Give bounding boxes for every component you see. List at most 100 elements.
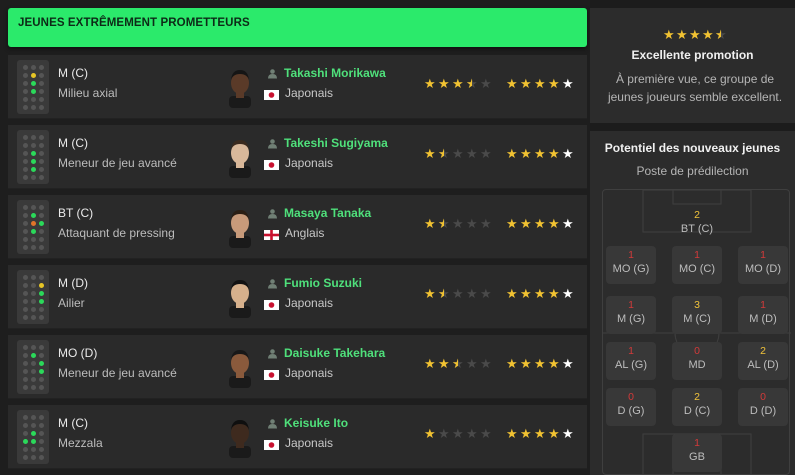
player-face-avatar[interactable]: [226, 206, 254, 248]
player-name-link[interactable]: Fumio Suzuki: [284, 276, 362, 290]
star-icon: ★: [424, 147, 436, 162]
position-dot: [39, 81, 44, 86]
young-players-panel: JEUNES EXTRÊMEMENT PROMETTEURS M (C) Mili…: [0, 0, 590, 475]
star-icon: ★: [520, 287, 532, 302]
pos-cell-mo-g[interactable]: 1 MO (G): [606, 246, 656, 284]
position-dot: [39, 283, 44, 288]
potential-title: Potentiel des nouveaux jeunes: [604, 141, 781, 155]
pos-label: GB: [689, 451, 705, 463]
player-face-avatar[interactable]: [226, 66, 254, 108]
pos-label: M (D): [749, 313, 777, 325]
pos-cell-m-g[interactable]: 1 M (G): [606, 296, 656, 334]
position-dot: [23, 175, 28, 180]
promotion-rating: ★ ★ ★ ★ ★: [663, 28, 728, 43]
pos-cell-d-d[interactable]: 0 D (D): [738, 388, 788, 426]
star-icon: ★: [562, 287, 574, 302]
star-icon: ★: [562, 147, 574, 162]
pos-label: D (D): [749, 405, 777, 417]
player-name-link[interactable]: Masaya Tanaka: [284, 206, 371, 220]
player-row[interactable]: M (C) Milieu axial Takashi Morikawa Japonai…: [8, 55, 587, 119]
japan-flag-icon: [264, 370, 279, 380]
player-role: Ailier: [58, 296, 85, 310]
position-dot: [23, 283, 28, 288]
player-name-link[interactable]: Keisuke Ito: [284, 416, 348, 430]
player-position: M (D): [58, 276, 88, 290]
current-ability-rating: ★ ★ ★ ★ ★: [424, 288, 493, 303]
star-icon: ★: [534, 357, 546, 372]
star-icon: ★: [424, 427, 436, 442]
potential-ability-rating: ★ ★ ★ ★ ★: [506, 218, 575, 232]
pos-cell-md[interactable]: 0 MD: [672, 342, 722, 380]
player-role: Mezzala: [58, 436, 103, 450]
star-icon: ★: [715, 28, 728, 43]
player-position: MO (D): [58, 346, 98, 360]
player-row[interactable]: MO (D) Meneur de jeu avancé Daisuke Takeha…: [8, 335, 587, 399]
player-row[interactable]: M (C) Meneur de jeu avancé Takeshi Sugiyam…: [8, 125, 587, 189]
formation-pitch: 2 BT (C) 1 MO (G) 1 MO (C) 1 MO (D) 1 M …: [602, 189, 791, 475]
pos-cell-m-c[interactable]: 3 M (C): [672, 296, 722, 334]
star-icon: ★: [438, 427, 450, 442]
player-face-avatar[interactable]: [226, 276, 254, 318]
position-dot: [23, 275, 28, 280]
player-position: M (C): [58, 136, 88, 150]
player-name-link[interactable]: Takashi Morikawa: [284, 66, 386, 80]
position-dot: [23, 159, 28, 164]
position-dot: [23, 455, 28, 460]
pos-cell-mo-d[interactable]: 1 MO (D): [738, 246, 788, 284]
japan-flag-icon: [264, 160, 279, 170]
pos-count: 1: [694, 437, 700, 449]
player-row[interactable]: M (C) Mezzala Keisuke Ito Japonais ★ ★ ★ ★ ★ ★ ★ ★ ★…: [8, 405, 587, 469]
position-dot: [23, 151, 28, 156]
player-face-avatar[interactable]: [226, 416, 254, 458]
pos-cell-d-c[interactable]: 2 D (C): [672, 388, 722, 426]
pos-cell-al-g[interactable]: 1 AL (G): [606, 342, 656, 380]
position-dot: [23, 205, 28, 210]
pos-cell-d-g[interactable]: 0 D (G): [606, 388, 656, 426]
star-icon: ★: [506, 427, 518, 442]
player-nationality: Japonais: [285, 366, 334, 380]
star-icon: ★: [506, 287, 518, 302]
player-face-avatar[interactable]: [226, 346, 254, 388]
pos-cell-m-d[interactable]: 1 M (D): [738, 296, 788, 334]
pos-cell-gb[interactable]: 1 GB: [672, 434, 722, 472]
position-dot: [39, 345, 44, 350]
promotion-description: À première vue, ce groupe de jeunes joue…: [607, 72, 783, 104]
pos-cell-al-d[interactable]: 2 AL (D): [738, 342, 788, 380]
mini-pitch-icon: [17, 130, 49, 184]
position-dot: [39, 353, 44, 358]
pos-cell-mo-c[interactable]: 1 MO (C): [672, 246, 722, 284]
star-icon: ★: [534, 147, 546, 162]
position-dot: [23, 415, 28, 420]
position-dot: [39, 151, 44, 156]
player-row[interactable]: BT (C) Attaquant de pressing Masaya Tanaka…: [8, 195, 587, 259]
position-dot: [31, 361, 36, 366]
player-name-link[interactable]: Takeshi Sugiyama: [284, 136, 388, 150]
player-row[interactable]: M (D) Ailier Fumio Suzuki Japonais ★ ★ ★ ★ ★ ★ ★ ★ ★…: [8, 265, 587, 329]
position-dot: [39, 245, 44, 250]
star-icon: ★: [676, 28, 688, 43]
position-dot: [39, 105, 44, 110]
pos-count: 0: [628, 391, 634, 403]
position-dot: [23, 143, 28, 148]
player-face-avatar[interactable]: [226, 136, 254, 178]
japan-flag-icon: [264, 440, 279, 450]
pos-cell-bt-c[interactable]: 2 BT (C): [672, 206, 722, 244]
position-dot: [31, 423, 36, 428]
star-icon: ★: [466, 427, 478, 442]
star-icon: ★: [438, 218, 451, 233]
player-name-link[interactable]: Daisuke Takehara: [284, 346, 385, 360]
star-icon: ★: [663, 28, 675, 43]
potential-subtitle: Poste de prédilection: [636, 164, 749, 178]
position-dot: [23, 81, 28, 86]
star-icon: ★: [520, 77, 532, 92]
position-dot: [23, 135, 28, 140]
star-icon: ★: [520, 427, 532, 442]
pos-label: BT (C): [680, 223, 714, 235]
star-icon: ★: [562, 217, 574, 232]
position-dot: [23, 229, 28, 234]
star-icon: ★: [506, 147, 518, 162]
position-dot: [23, 299, 28, 304]
player-status-icon: [268, 69, 277, 79]
star-icon: ★: [438, 357, 450, 372]
player-role: Attaquant de pressing: [58, 226, 175, 240]
